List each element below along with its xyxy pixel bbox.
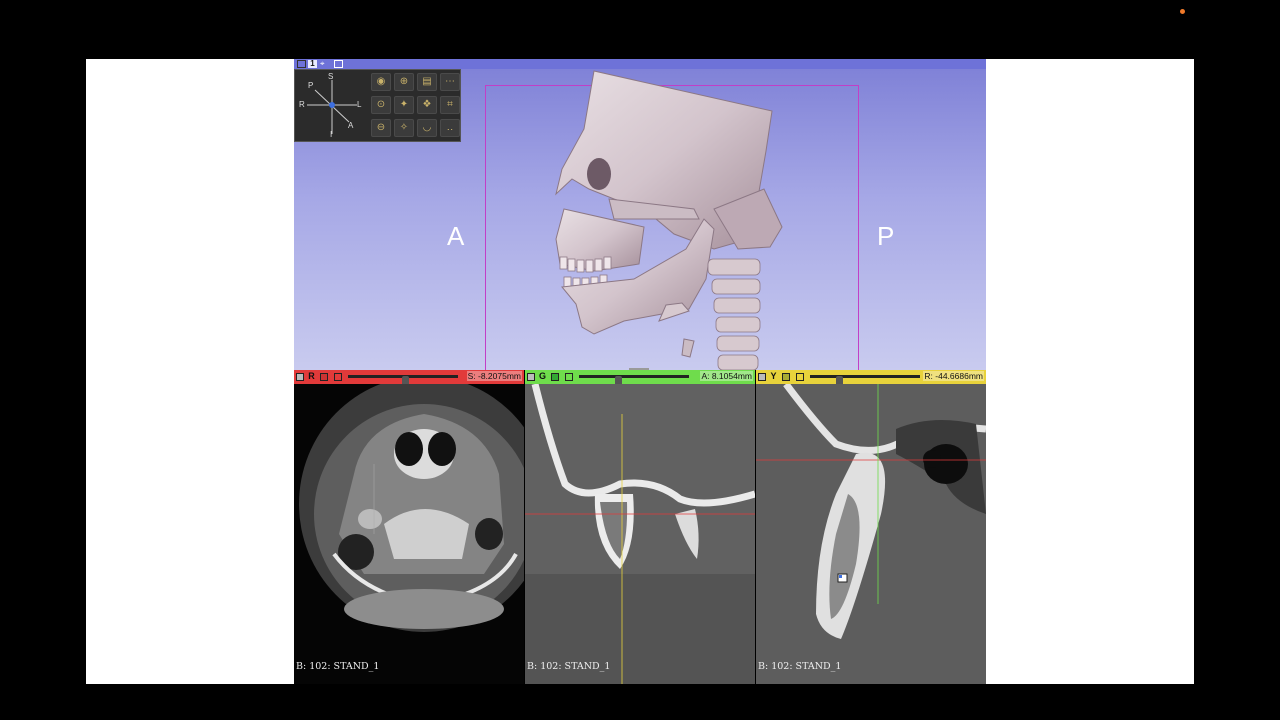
slice-view-red[interactable]: R S: -8.2075mm B: 102: STAND_1 <box>294 370 524 684</box>
slice-view-yellow[interactable]: Y R: -44.6686mm B: 102: STAND_1 <box>756 370 986 684</box>
pin-icon[interactable] <box>758 373 766 381</box>
view-3d[interactable]: 1 ⌖ S P R L A I ◉ ⊕ ▤ ⋯ ⊙ ✦ ❖ ⌗ ⊖ ✧ ◡ ‥ … <box>294 59 986 370</box>
maximize-view-icon[interactable] <box>334 373 342 381</box>
green-slice-controller[interactable]: G A: 8.1054mm <box>525 370 755 386</box>
red-slice-controller[interactable]: R S: -8.2075mm <box>294 370 524 386</box>
link-icon[interactable] <box>320 373 328 381</box>
yellow-slice-controller[interactable]: Y R: -44.6686mm <box>756 370 986 386</box>
orientation-label-posterior: P <box>877 221 895 251</box>
slice-letter: G <box>538 371 546 381</box>
pin-icon[interactable] <box>296 373 304 381</box>
slice-offset-value: S: -8.2075mm <box>466 371 522 381</box>
coronal-ct-image[interactable] <box>525 384 755 684</box>
slice-volume-label: B: 102: STAND_1 <box>758 661 842 672</box>
slice-letter: R <box>308 371 315 381</box>
maximize-view-icon[interactable] <box>796 373 804 381</box>
link-icon[interactable] <box>551 373 559 381</box>
slice-view-green[interactable]: G A: 8.1054mm B: 102: STAND_1 <box>525 370 755 684</box>
link-icon[interactable] <box>782 373 790 381</box>
slice-offset-slider[interactable] <box>348 375 458 386</box>
slicer-layout: 1 ⌖ S P R L A I ◉ ⊕ ▤ ⋯ ⊙ ✦ ❖ ⌗ ⊖ ✧ ◡ ‥ … <box>294 59 986 684</box>
slice-offset-value: A: 8.1054mm <box>700 371 753 381</box>
slice-offset-slider[interactable] <box>579 375 689 386</box>
axial-ct-image[interactable] <box>294 384 524 684</box>
maximize-view-icon[interactable] <box>565 373 573 381</box>
slice-volume-label: B: 102: STAND_1 <box>527 661 611 672</box>
recording-indicator <box>1180 9 1185 14</box>
orientation-label-anterior: A <box>447 221 465 251</box>
slice-offset-slider[interactable] <box>810 375 920 386</box>
slice-letter: Y <box>770 371 777 381</box>
skull-volume-rendering[interactable] <box>294 59 986 370</box>
sagittal-ct-image[interactable] <box>756 384 986 684</box>
slice-volume-label: B: 102: STAND_1 <box>296 661 380 672</box>
slice-offset-value: R: -44.6686mm <box>923 371 984 381</box>
pin-icon[interactable] <box>527 373 535 381</box>
